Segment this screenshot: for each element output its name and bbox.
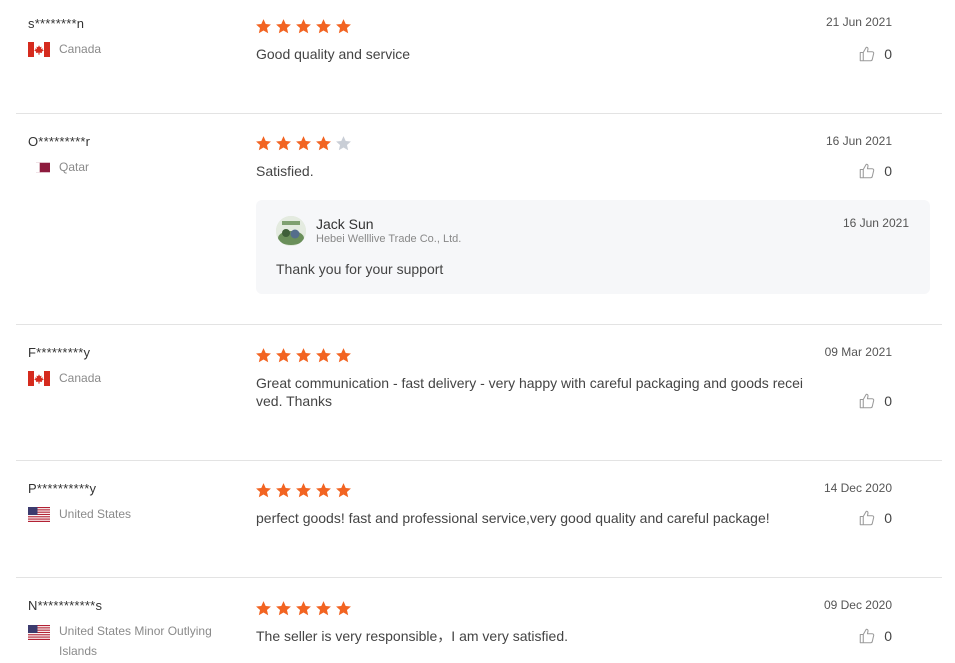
star-icon [255,135,272,152]
reviewer-name: P**********y [28,481,97,496]
like-count: 0 [884,46,892,62]
star-icon [295,347,312,364]
country-name: United States [59,507,132,521]
review-item: P**********y United States perfect goods… [0,461,942,577]
reply-text: Thank you for your support [276,261,444,277]
star-icon [255,347,272,364]
like-count: 0 [884,163,892,179]
seller-name: Jack Sun [316,216,374,232]
like-button[interactable]: 0 [858,392,892,410]
review-date: 14 Dec 2020 [823,481,892,495]
thumbs-up-icon [858,45,876,63]
review-comment: The seller is very responsible，I am very… [256,628,568,644]
review-date: 16 Jun 2021 [825,134,892,148]
reply-date: 16 Jun 2021 [842,216,909,230]
us-flag-icon [28,625,50,640]
thumbs-up-icon [858,162,876,180]
star-icon [255,482,272,499]
review-item: O*********r Qatar Satisfied. 16 Jun 2021… [0,114,942,324]
thumbs-up-icon [858,627,876,645]
review-comment: Great communication - fast delivery - ve… [256,375,804,409]
reviewer-name: F*********y [28,345,91,360]
star-icon [295,600,312,617]
star-rating [255,482,352,499]
star-icon [315,18,332,35]
like-count: 0 [884,393,892,409]
star-icon [315,482,332,499]
star-icon [335,347,352,364]
review-comment: perfect goods! fast and professional ser… [256,510,770,526]
review-date: 21 Jun 2021 [825,15,892,29]
review-date: 09 Dec 2020 [823,598,892,612]
country-name: United States Minor Outlying Islands [59,624,212,658]
country-name: Canada [59,371,102,385]
star-icon [315,135,332,152]
star-icon [255,600,272,617]
reviewer-name: O*********r [28,134,91,149]
reviewer-country: Qatar [28,159,219,177]
review-date: 09 Mar 2021 [824,345,892,359]
like-button[interactable]: 0 [858,45,892,63]
review-comment: Satisfied. [256,163,314,179]
star-icon [295,482,312,499]
star-icon [315,347,332,364]
star-rating [255,347,352,364]
star-icon [335,135,352,152]
star-icon [255,18,272,35]
star-icon [275,135,292,152]
reviewer-country: Canada [28,41,219,59]
country-name: Canada [59,42,102,56]
reviewer-country: United States [28,506,219,524]
review-comment: Good quality and service [256,46,411,62]
star-icon [275,600,292,617]
country-name: Qatar [59,160,90,174]
seller-reply: Jack Sun Hebei Welllive Trade Co., Ltd. … [256,200,930,294]
star-icon [335,482,352,499]
star-icon [295,18,312,35]
star-rating [255,135,352,152]
review-item: F*********y Canada Great communication -… [0,325,942,460]
star-icon [275,18,292,35]
like-button[interactable]: 0 [858,162,892,180]
like-button[interactable]: 0 [858,509,892,527]
like-button[interactable]: 0 [858,627,892,645]
star-icon [295,135,312,152]
us-flag-icon [28,507,50,522]
like-count: 0 [884,628,892,644]
star-icon [315,600,332,617]
star-rating [255,18,352,35]
like-count: 0 [884,510,892,526]
seller-company: Hebei Welllive Trade Co., Ltd. [316,233,462,245]
reviewer-country: United States Minor Outlying Islands [28,623,219,661]
thumbs-up-icon [858,509,876,527]
thumbs-up-icon [858,392,876,410]
star-rating [255,600,352,617]
reviewer-name: N***********s [28,598,103,613]
star-icon [335,600,352,617]
review-item: s********n Canada Good quality and servi… [0,0,942,113]
reviewer-name: s********n [28,16,85,31]
canada-flag-icon [28,371,50,386]
review-item: N***********s United States Minor Outlyi… [0,578,942,663]
star-icon [335,18,352,35]
qatar-flag-icon [36,160,50,175]
star-icon [275,347,292,364]
seller-avatar [276,216,306,246]
canada-flag-icon [28,42,50,57]
reviewer-country: Canada [28,370,219,388]
star-icon [275,482,292,499]
